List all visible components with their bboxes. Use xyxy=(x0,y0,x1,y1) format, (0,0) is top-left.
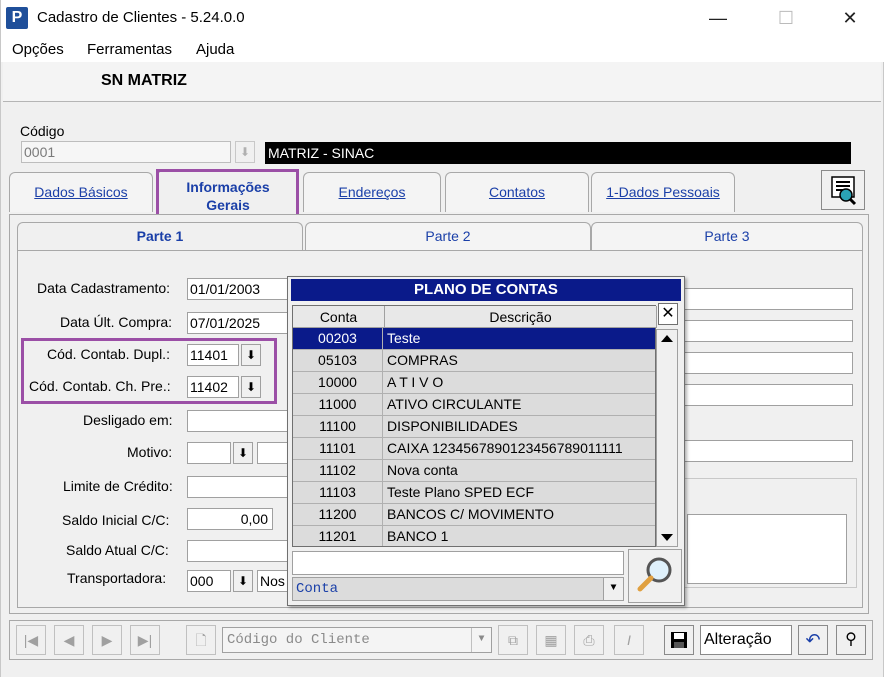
data-cadastro-label: Data Cadastramento: xyxy=(37,280,171,296)
accounts-grid: Conta Descrição 00203 Teste 05103 COMPRA… xyxy=(292,305,657,547)
motivo-lookup-icon[interactable]: ⬇ xyxy=(233,442,253,464)
menu-opcoes[interactable]: Opções xyxy=(12,41,64,58)
print-preview-icon xyxy=(831,176,857,206)
right-field-5[interactable] xyxy=(681,440,853,462)
table-row[interactable]: 00203 Teste xyxy=(293,328,655,350)
scrollbar-arrows-icon xyxy=(661,335,673,541)
search-field-select[interactable]: Conta ▼ xyxy=(292,577,624,601)
next-record-icon[interactable]: ▶ xyxy=(92,625,122,655)
tab-dados-basicos[interactable]: Dados Básicos xyxy=(9,172,153,212)
subtab-parte-1[interactable]: Parte 1 xyxy=(17,222,303,250)
grid-scrollbar[interactable] xyxy=(656,329,678,547)
save-icon[interactable] xyxy=(664,625,694,655)
menu-bar: Opções Ferramentas Ajuda xyxy=(1,36,884,62)
floppy-disk-icon xyxy=(671,632,687,648)
right-field-3[interactable] xyxy=(681,352,853,374)
col-descricao-header[interactable]: Descrição xyxy=(385,306,657,328)
data-compra-input[interactable]: 07/01/2025 xyxy=(187,312,291,334)
codigo-label: Código xyxy=(20,123,65,139)
codigo-lookup-icon[interactable]: ⬇ xyxy=(235,141,255,163)
main-window: P Cadastro de Clientes - 5.24.0.0 — ☐ ✕ … xyxy=(0,0,884,677)
limite-label: Limite de Crédito: xyxy=(63,478,173,494)
tab-enderecos[interactable]: Endereços xyxy=(303,172,441,212)
calculator-icon[interactable]: ▦ xyxy=(536,625,566,655)
chevron-down-icon[interactable]: ▼ xyxy=(471,628,491,652)
data-cadastro-input[interactable]: 01/01/2003 xyxy=(187,278,291,300)
data-compra-label: Data Últ. Compra: xyxy=(60,314,173,330)
saldo-inicial-input[interactable]: 0,00 xyxy=(187,508,273,530)
last-record-icon[interactable]: ▶| xyxy=(130,625,160,655)
chevron-down-icon[interactable]: ▼ xyxy=(603,578,623,600)
magnifier-icon xyxy=(637,557,672,592)
window-title: Cadastro de Clientes - 5.24.0.0 xyxy=(37,9,245,26)
col-conta-header[interactable]: Conta xyxy=(293,306,385,328)
subtab-parte-2[interactable]: Parte 2 xyxy=(305,222,591,250)
binoculars-icon[interactable]: ⚲ xyxy=(836,625,866,655)
motivo-description xyxy=(257,442,291,464)
transportadora-label: Transportadora: xyxy=(67,570,167,586)
plano-de-contas-popup: PLANO DE CONTAS ✕ Conta Descrição 00203 … xyxy=(287,276,685,606)
table-row[interactable]: 11000 ATIVO CIRCULANTE xyxy=(293,394,655,416)
title-bar: P Cadastro de Clientes - 5.24.0.0 — ☐ ✕ xyxy=(1,0,884,36)
menu-ferramentas[interactable]: Ferramentas xyxy=(87,41,172,58)
navigation-toolbar: |◀ ◀ ▶ ▶| 🗋 Código do Cliente ▼ ⧉ ▦ ⎙ I … xyxy=(9,620,873,660)
desligado-input[interactable] xyxy=(187,410,291,432)
edit-mode-status: Alteração xyxy=(700,625,792,655)
app-logo-icon: P xyxy=(6,7,28,29)
printer-icon[interactable]: ⎙ xyxy=(574,625,604,655)
italic-edit-icon[interactable]: I xyxy=(614,625,644,655)
popup-title: PLANO DE CONTAS xyxy=(291,279,681,301)
first-record-icon[interactable]: |◀ xyxy=(16,625,46,655)
transportadora-input[interactable]: 000 xyxy=(187,570,231,592)
limite-input[interactable] xyxy=(187,476,291,498)
print-preview-button[interactable] xyxy=(821,170,865,210)
right-field-4[interactable] xyxy=(681,384,853,406)
motivo-label: Motivo: xyxy=(127,444,173,460)
search-button[interactable] xyxy=(628,549,682,603)
motivo-input[interactable] xyxy=(187,442,231,464)
tab-dados-pessoais[interactable]: 1-Dados Pessoais xyxy=(591,172,735,212)
right-notes-field[interactable] xyxy=(687,514,847,584)
client-code-select[interactable]: Código do Cliente ▼ xyxy=(222,627,492,653)
table-row[interactable]: 11200 BANCOS C/ MOVIMENTO xyxy=(293,504,655,526)
right-field-1[interactable] xyxy=(681,288,853,310)
codigo-input[interactable]: 0001 xyxy=(21,141,231,163)
transportadora-lookup-icon[interactable]: ⬇ xyxy=(233,570,253,592)
undo-icon[interactable]: ↶ xyxy=(798,625,828,655)
right-field-2[interactable] xyxy=(681,320,853,342)
company-name: SN MATRIZ xyxy=(101,72,187,89)
tab-contatos[interactable]: Contatos xyxy=(445,172,589,212)
header-panel: SN MATRIZ xyxy=(3,62,881,102)
maximize-button[interactable]: ☐ xyxy=(763,4,809,32)
menu-ajuda[interactable]: Ajuda xyxy=(196,41,234,58)
minimize-button[interactable]: — xyxy=(695,4,741,32)
table-row[interactable]: 11100 DISPONIBILIDADES xyxy=(293,416,655,438)
codigo-description: MATRIZ - SINAC xyxy=(265,142,851,164)
popup-search-input[interactable] xyxy=(292,551,624,575)
subtab-parte-3[interactable]: Parte 3 xyxy=(591,222,863,250)
popup-close-icon[interactable]: ✕ xyxy=(658,303,678,325)
table-row[interactable]: 11102 Nova conta xyxy=(293,460,655,482)
previous-record-icon[interactable]: ◀ xyxy=(54,625,84,655)
table-row[interactable]: 10000 A T I V O xyxy=(293,372,655,394)
desligado-label: Desligado em: xyxy=(83,412,173,428)
transportadora-description: Nos xyxy=(257,570,291,592)
close-button[interactable]: ✕ xyxy=(827,4,873,32)
new-document-icon[interactable]: 🗋 xyxy=(186,625,216,655)
table-row[interactable]: 11101 CAIXA 1234567890123456789011111 xyxy=(293,438,655,460)
saldo-inicial-label: Saldo Inicial C/C: xyxy=(62,512,170,528)
table-row[interactable]: 05103 COMPRAS xyxy=(293,350,655,372)
filter-report-icon[interactable]: ⧉ xyxy=(498,625,528,655)
saldo-atual-input[interactable] xyxy=(187,540,291,562)
table-row[interactable]: 11201 BANCO 1 xyxy=(293,526,655,546)
saldo-atual-label: Saldo Atual C/C: xyxy=(66,542,169,558)
highlight-contab-codes xyxy=(21,338,277,404)
table-row[interactable]: 11103 Teste Plano SPED ECF xyxy=(293,482,655,504)
